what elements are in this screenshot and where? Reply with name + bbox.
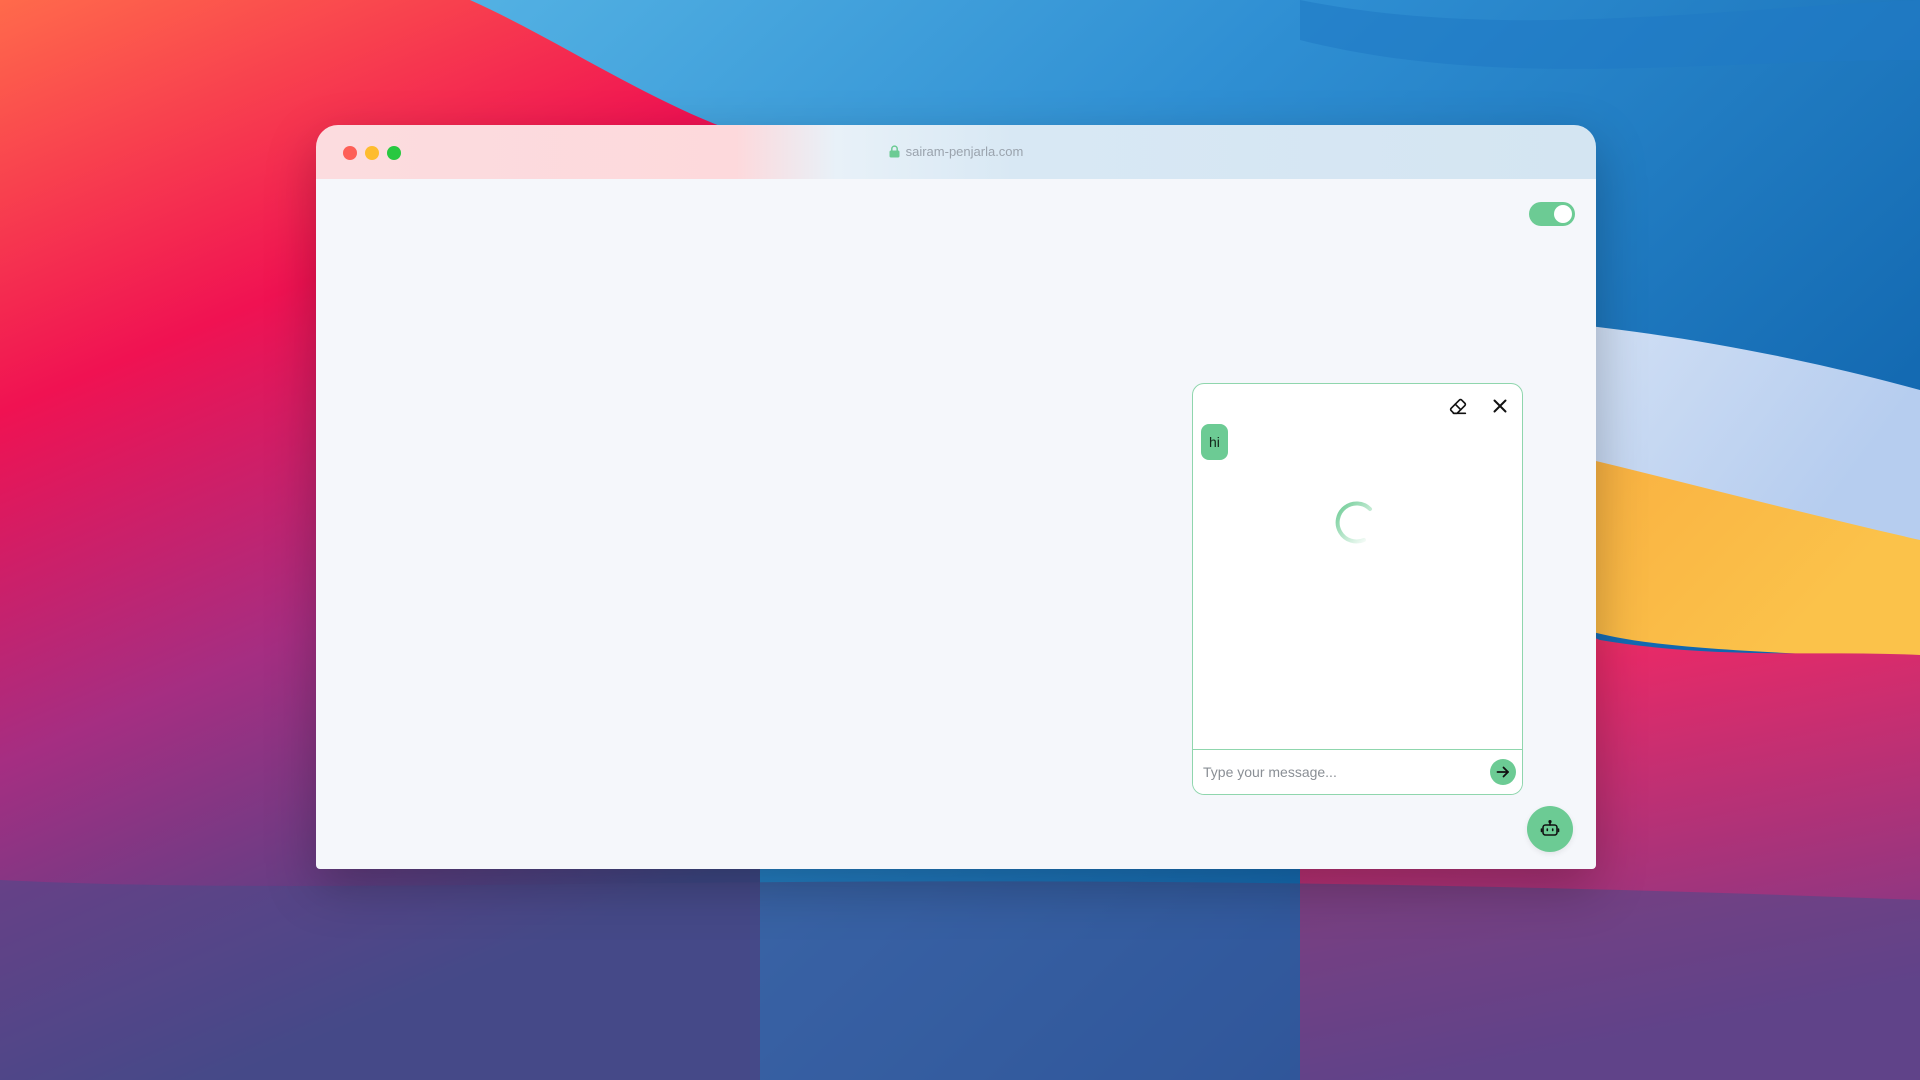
send-button[interactable] [1490,759,1516,785]
address-bar[interactable]: sairam-penjarla.com [316,143,1596,161]
clear-chat-button[interactable] [1444,392,1472,420]
chat-panel: hi [1192,383,1523,795]
chatbot-launcher-button[interactable] [1527,806,1573,852]
lock-icon [889,145,900,158]
robot-icon [1540,819,1560,836]
address-text: sairam-penjarla.com [905,144,1024,159]
arrow-right-icon [1496,766,1509,778]
toggle-knob [1554,205,1572,223]
close-chat-button[interactable] [1486,392,1514,420]
browser-window: sairam-penjarla.com hi Type your message… [316,125,1596,869]
loading-spinner [1335,501,1372,544]
chat-message-input[interactable] [1201,758,1475,786]
user-message-bubble: hi [1201,424,1228,460]
chat-toolbar [1444,392,1514,420]
theme-toggle[interactable] [1529,202,1575,226]
chat-input-row [1193,749,1522,794]
browser-titlebar: sairam-penjarla.com [316,125,1596,179]
close-icon [1493,399,1507,413]
eraser-icon [1449,398,1467,415]
page-content: hi [316,179,1596,869]
